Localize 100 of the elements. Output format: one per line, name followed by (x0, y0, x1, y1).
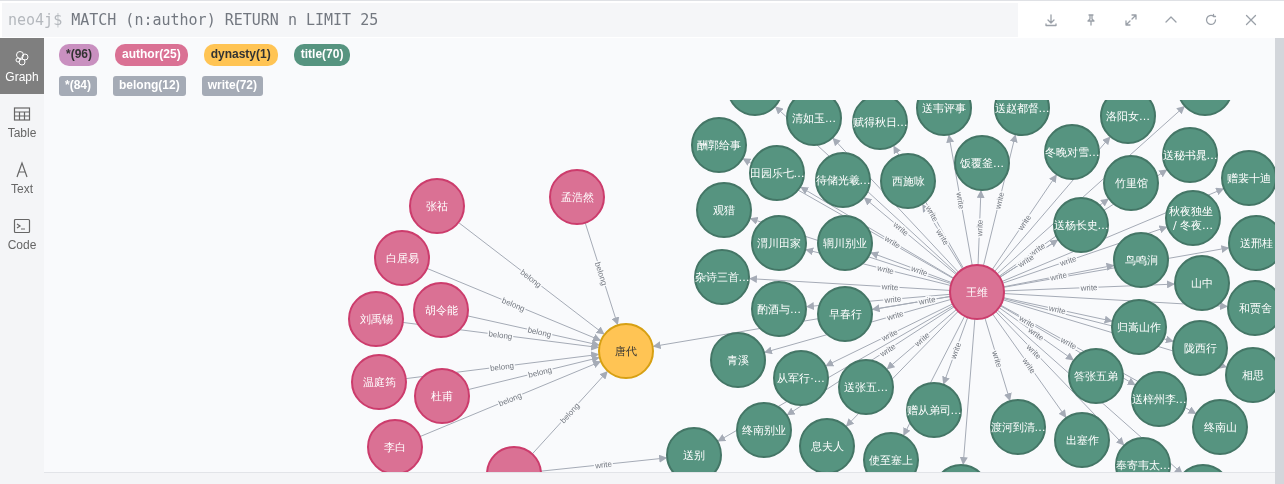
title-node[interactable] (696, 182, 752, 238)
relationship-label: write (884, 294, 902, 305)
author-node[interactable] (949, 264, 1005, 320)
author-node[interactable] (486, 446, 542, 472)
text-tab[interactable]: Text (0, 150, 44, 206)
relationship-label: belong (497, 390, 524, 409)
title-node[interactable] (1192, 399, 1248, 455)
author-node[interactable] (367, 419, 423, 472)
title-node[interactable] (916, 100, 972, 136)
node-label: 温庭筠 (362, 376, 396, 389)
scrollbar[interactable] (1275, 38, 1284, 484)
relationship-tag[interactable]: write(72) (201, 76, 264, 96)
dynasty-node[interactable] (598, 323, 654, 379)
title-node[interactable] (1068, 348, 1124, 404)
graph-icon (13, 48, 31, 67)
title-node[interactable] (1054, 412, 1110, 468)
relationship-label: write (594, 459, 613, 471)
title-node[interactable] (1131, 371, 1187, 427)
title-node[interactable] (994, 100, 1050, 136)
title-node[interactable] (815, 152, 871, 208)
title-node[interactable] (1221, 150, 1275, 206)
node-label: 息夫人 (810, 440, 844, 453)
author-node[interactable] (348, 291, 404, 347)
title-node[interactable] (1227, 280, 1275, 336)
node-label: 辋川别业 (823, 237, 867, 250)
title-node[interactable] (749, 145, 805, 201)
label-tag[interactable]: title(70) (293, 44, 351, 66)
node-label: 渡河到清… (990, 421, 1046, 434)
title-node[interactable] (751, 281, 807, 337)
title-node[interactable] (906, 382, 962, 438)
title-node[interactable] (736, 402, 792, 458)
node-label: 陇西行 (1183, 342, 1217, 355)
code-tab[interactable]: Code (0, 206, 44, 262)
title-node[interactable] (852, 100, 908, 150)
author-node[interactable] (549, 169, 605, 225)
title-node[interactable] (710, 332, 766, 388)
relationship-label: write (1049, 270, 1068, 283)
title-node[interactable] (694, 249, 750, 305)
expand-icon[interactable] (1124, 12, 1138, 27)
author-node[interactable] (409, 178, 465, 234)
title-node[interactable] (838, 359, 894, 415)
title-node[interactable] (1162, 127, 1218, 183)
title-node[interactable] (1111, 299, 1167, 355)
author-node[interactable] (351, 354, 407, 410)
title-node[interactable] (727, 100, 783, 116)
author-node[interactable] (374, 230, 430, 286)
title-node[interactable] (773, 350, 829, 406)
relationship-tag[interactable]: *(84) (59, 76, 97, 96)
title-node[interactable] (691, 117, 747, 173)
relationship-tag[interactable]: belong(12) (113, 76, 186, 96)
node-label: 杂诗三首… (694, 271, 750, 284)
node-label: 早春行 (828, 308, 862, 321)
title-node[interactable] (817, 215, 873, 271)
title-node[interactable] (1174, 255, 1230, 311)
title-node[interactable] (799, 418, 855, 472)
author-node[interactable] (414, 368, 470, 424)
query-editor[interactable]: neo4j$ MATCH (n:author) RETURN n LIMIT 25 (2, 2, 1018, 37)
refresh-icon[interactable] (1204, 12, 1218, 27)
title-node[interactable] (1113, 232, 1169, 288)
title-node[interactable] (1225, 347, 1275, 403)
title-node[interactable] (751, 215, 807, 271)
title-node[interactable] (1177, 100, 1233, 116)
close-icon[interactable] (1244, 12, 1258, 27)
node-label: 刘禹锡 (359, 313, 393, 326)
label-tag[interactable]: *(96) (59, 44, 99, 66)
relationship-arrow[interactable] (959, 318, 976, 466)
title-node[interactable] (1053, 197, 1109, 253)
title-node[interactable] (863, 432, 919, 472)
relationship-label: write (882, 234, 902, 251)
table-icon (13, 104, 31, 123)
node-label: 张祜 (426, 200, 448, 213)
relationship-label: belong (489, 361, 515, 374)
title-node[interactable] (1172, 320, 1228, 376)
title-node[interactable] (1044, 124, 1100, 180)
node-label: 奉寄韦太… (1115, 459, 1171, 472)
title-node[interactable] (1165, 190, 1221, 246)
title-node[interactable] (786, 100, 842, 146)
table-tab[interactable]: Table (0, 94, 44, 150)
prompt-label: neo4j$ (8, 10, 63, 29)
node-label: 李白 (384, 441, 406, 454)
title-node[interactable] (954, 135, 1010, 191)
label-tag[interactable]: dynasty(1) (203, 44, 278, 66)
node-label: 清如玉… (792, 112, 836, 125)
label-tag[interactable]: author(25) (115, 44, 188, 66)
node-label: 送赵都督… (994, 102, 1050, 115)
author-node[interactable] (413, 282, 469, 338)
relationship-label: write (918, 295, 937, 307)
title-node[interactable] (817, 286, 873, 342)
title-node[interactable] (1103, 155, 1159, 211)
node-label: 送梓州李… (1131, 393, 1187, 406)
title-node[interactable] (666, 427, 722, 472)
title-node[interactable] (1100, 100, 1156, 144)
title-node[interactable] (1228, 215, 1275, 271)
download-icon[interactable] (1044, 12, 1058, 27)
graph-tab[interactable]: Graph (0, 38, 44, 94)
node-label: 送别 (683, 449, 705, 462)
title-node[interactable] (990, 399, 1046, 455)
node-label: 孟浩然 (560, 191, 594, 204)
relationship-arrow[interactable] (748, 275, 951, 291)
node-label: 终南别业 (742, 424, 786, 437)
